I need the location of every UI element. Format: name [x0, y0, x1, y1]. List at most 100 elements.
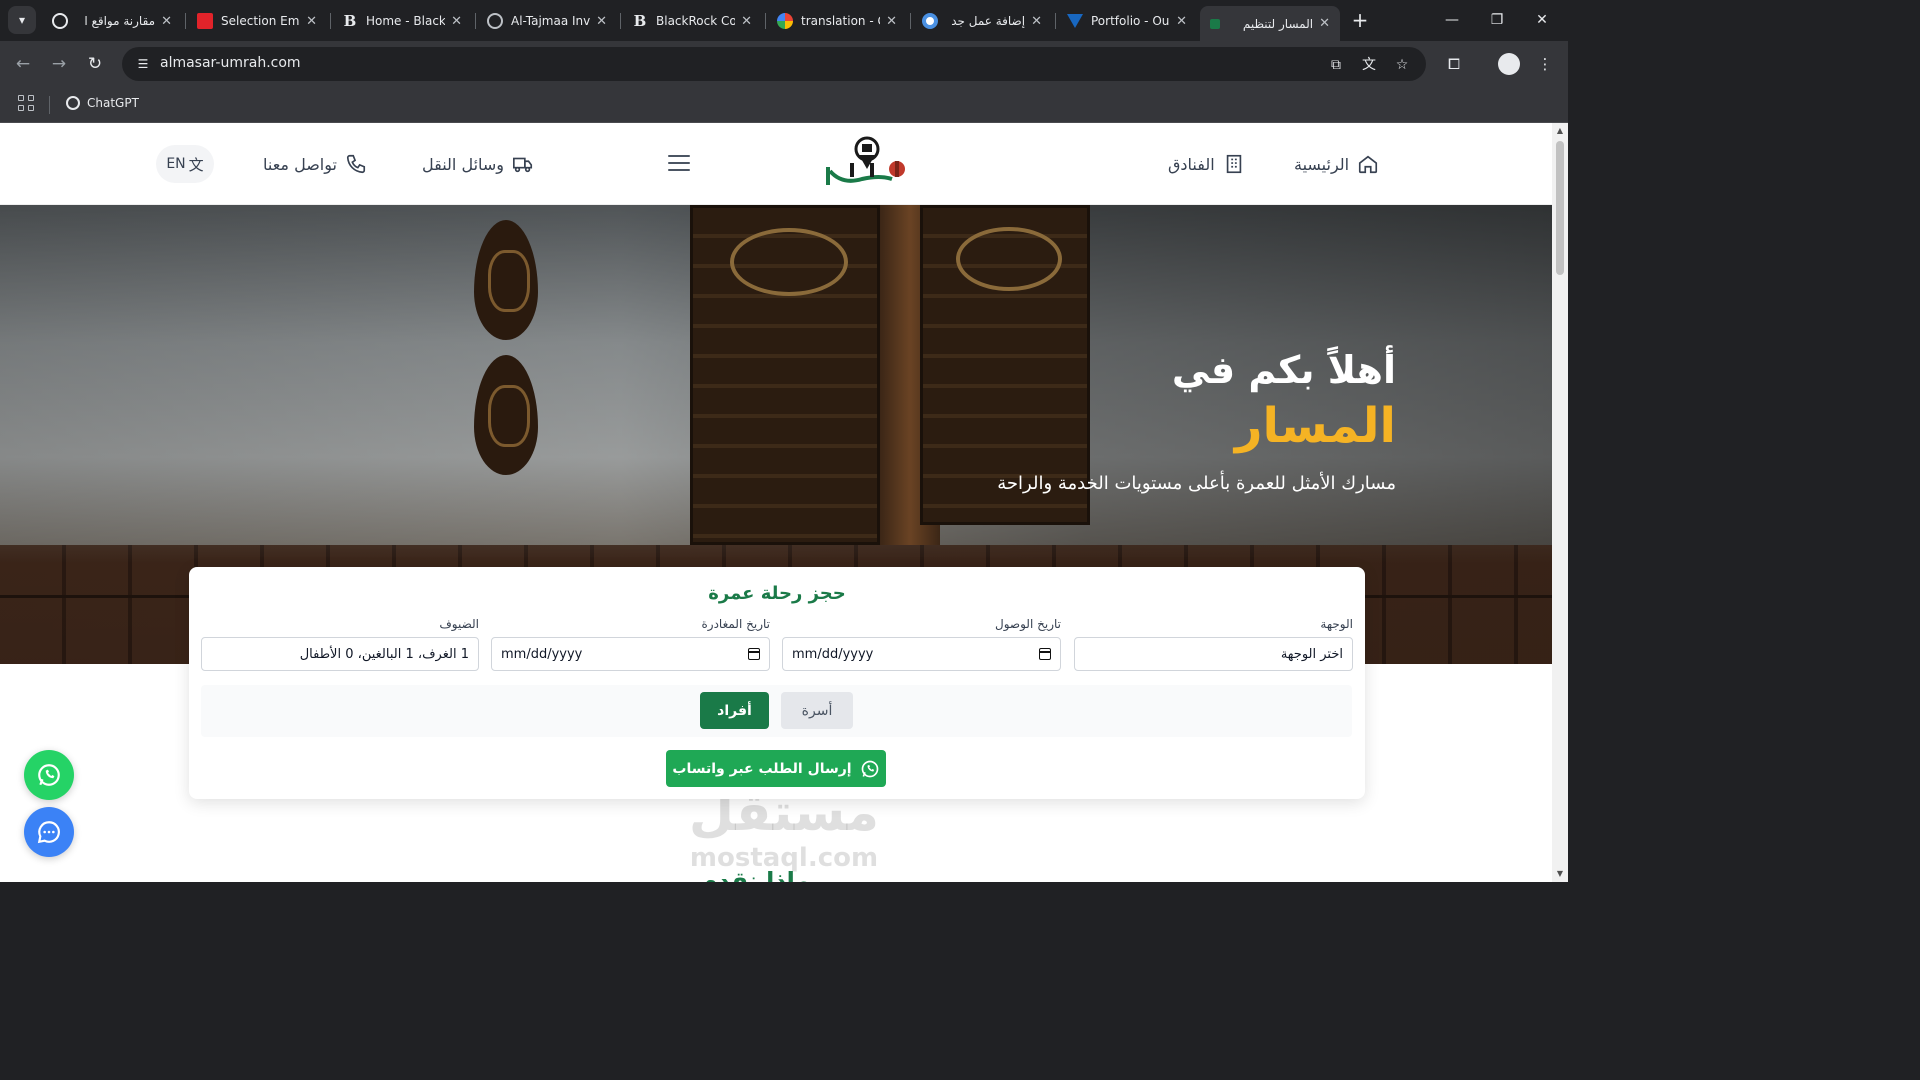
- circle-icon: [922, 13, 938, 29]
- kiswa-door-panel: [690, 205, 880, 545]
- booking-form-card: حجز رحلة عمرة الوجهة اختر الوجهة تاريخ ا…: [189, 567, 1365, 799]
- tab-title: translation - G: [801, 14, 881, 28]
- minimize-icon[interactable]: —: [1440, 8, 1464, 32]
- menu-hamburger-icon[interactable]: [668, 155, 690, 173]
- close-tab-icon[interactable]: ✕: [306, 14, 317, 29]
- site-logo[interactable]: [822, 133, 908, 191]
- browser-tab[interactable]: إضافة عمل جد ✕: [912, 6, 1052, 36]
- extensions-icon[interactable]: ⧠: [1443, 53, 1465, 75]
- tab-title: Portfolio - Ou: [1091, 14, 1170, 28]
- forward-arrow-icon[interactable]: →: [46, 51, 72, 77]
- close-tab-icon[interactable]: ✕: [161, 14, 172, 29]
- guests-value: 1 الغرف، 1 البالغين، 0 الأطفال: [299, 646, 469, 662]
- globe-icon: [487, 13, 503, 29]
- translate-icon: 文: [188, 155, 204, 174]
- calendar-icon[interactable]: [748, 648, 760, 660]
- browser-tab-active[interactable]: المسار لتنظيم ✕: [1200, 6, 1340, 41]
- tab-divider: [620, 13, 621, 29]
- profile-avatar[interactable]: [1498, 53, 1520, 75]
- kaaba-calligraphy-ornament: [474, 220, 538, 340]
- tab-title: مقارنة مواقع ا: [84, 14, 156, 28]
- b-letter-icon: B: [633, 12, 647, 30]
- page-viewport: الرئيسية الفنادق وسائل النقل تواصل معنا: [0, 123, 1552, 882]
- destination-select[interactable]: اختر الوجهة: [1074, 637, 1353, 671]
- site-info-icon[interactable]: ☰: [134, 55, 152, 73]
- browser-tab[interactable]: Portfolio - Ou ✕: [1057, 6, 1197, 36]
- floating-whatsapp-button[interactable]: [24, 750, 74, 800]
- arrival-date-input[interactable]: mm/dd/yyyy: [782, 637, 1061, 671]
- site-header: الرئيسية الفنادق وسائل النقل تواصل معنا: [0, 123, 1552, 205]
- phone-icon: [346, 154, 366, 174]
- apps-grid-icon[interactable]: [18, 95, 36, 113]
- whatsapp-submit-button[interactable]: إرسال الطلب عبر واتساب: [666, 750, 886, 787]
- back-arrow-icon[interactable]: ←: [10, 51, 36, 77]
- browser-tab[interactable]: B Home - Black ✕: [332, 6, 472, 36]
- booking-title: حجز رحلة عمرة: [708, 583, 846, 604]
- departure-date-input[interactable]: mm/dd/yyyy: [491, 637, 770, 671]
- language-label: EN: [166, 156, 186, 172]
- chatgpt-icon: [52, 13, 68, 29]
- floating-chat-button[interactable]: [24, 807, 74, 857]
- whatsapp-icon: [38, 764, 60, 786]
- new-tab-button[interactable]: +: [1348, 8, 1372, 32]
- bookmark-star-icon[interactable]: ☆: [1392, 55, 1412, 75]
- nav-hotels[interactable]: الفنادق: [1168, 153, 1245, 175]
- departure-date-label: تاريخ المغادرة: [701, 617, 771, 631]
- browser-tab[interactable]: Al-Tajmaa Inv ✕: [477, 6, 617, 36]
- nav-transport[interactable]: وسائل النقل: [422, 153, 534, 175]
- scroll-down-arrow-icon[interactable]: ▼: [1556, 870, 1564, 878]
- hero-text-block: أهلاً بكم في المسار مسارك الأمثل للعمرة …: [997, 345, 1396, 494]
- close-tab-icon[interactable]: ✕: [1319, 16, 1330, 31]
- page-scrollbar[interactable]: ▲ ▼: [1552, 123, 1568, 882]
- tab-search-button[interactable]: ▾: [8, 6, 36, 34]
- arrival-date-label: تاريخ الوصول: [995, 617, 1061, 631]
- install-app-icon[interactable]: ⧉: [1326, 55, 1346, 75]
- browser-tab[interactable]: Selection Emb ✕: [187, 6, 327, 36]
- close-tab-icon[interactable]: ✕: [596, 14, 607, 29]
- home-icon: [1359, 155, 1378, 174]
- address-bar[interactable]: ☰ almasar-umrah.com ⧉ 文 ☆: [122, 47, 1426, 81]
- tab-divider: [330, 13, 331, 29]
- browser-tab[interactable]: مقارنة مواقع ا ✕: [42, 6, 182, 36]
- hero-subtitle: مسارك الأمثل للعمرة بأعلى مستويات الخدمة…: [997, 473, 1396, 494]
- close-tab-icon[interactable]: ✕: [886, 14, 897, 29]
- trip-type-toggle: أفراد أسرة: [201, 685, 1352, 737]
- nav-hotels-label: الفنادق: [1168, 154, 1215, 174]
- bookmark-chatgpt[interactable]: ChatGPT: [66, 96, 139, 110]
- vuetify-icon: [1067, 14, 1083, 28]
- guests-selector[interactable]: 1 الغرف، 1 البالغين، 0 الأطفال: [201, 637, 479, 671]
- nav-contact[interactable]: تواصل معنا: [263, 153, 367, 175]
- scroll-up-arrow-icon[interactable]: ▲: [1556, 127, 1564, 135]
- calendar-icon[interactable]: [1039, 648, 1051, 660]
- tab-title: Selection Emb: [221, 14, 301, 28]
- tab-title: المسار لتنظيم: [1242, 16, 1314, 31]
- close-tab-icon[interactable]: ✕: [1031, 14, 1042, 29]
- close-tab-icon[interactable]: ✕: [1176, 14, 1187, 29]
- truck-icon: [513, 157, 533, 173]
- translate-icon[interactable]: 文: [1359, 55, 1379, 75]
- close-tab-icon[interactable]: ✕: [451, 14, 462, 29]
- menu-dots-icon[interactable]: ⋮: [1534, 53, 1556, 75]
- nav-home-label: الرئيسية: [1294, 154, 1350, 174]
- nav-home[interactable]: الرئيسية: [1294, 153, 1379, 175]
- url-text[interactable]: almasar-umrah.com: [160, 55, 301, 71]
- close-window-icon[interactable]: ✕: [1530, 8, 1554, 32]
- browser-tab[interactable]: translation - G ✕: [767, 6, 907, 36]
- destination-label: الوجهة: [1320, 617, 1353, 631]
- hero-title: أهلاً بكم في: [1171, 348, 1396, 392]
- family-button[interactable]: أسرة: [781, 692, 853, 729]
- nav-contact-label: تواصل معنا: [263, 154, 337, 174]
- tab-title: Al-Tajmaa Inv: [511, 14, 591, 28]
- close-tab-icon[interactable]: ✕: [741, 14, 752, 29]
- restore-icon[interactable]: ❐: [1485, 8, 1509, 32]
- tab-title: Home - Black: [366, 14, 446, 28]
- language-toggle-button[interactable]: EN 文: [156, 145, 214, 183]
- guests-label: الضيوف: [439, 617, 479, 631]
- individuals-button[interactable]: أفراد: [700, 692, 769, 729]
- reload-icon[interactable]: ↻: [82, 51, 108, 77]
- whatsapp-icon: [861, 760, 878, 777]
- chat-bubble-icon: [37, 821, 60, 844]
- browser-tab[interactable]: B BlackRock Co ✕: [622, 6, 762, 36]
- tab-divider: [185, 13, 186, 29]
- scrollbar-thumb[interactable]: [1556, 141, 1564, 275]
